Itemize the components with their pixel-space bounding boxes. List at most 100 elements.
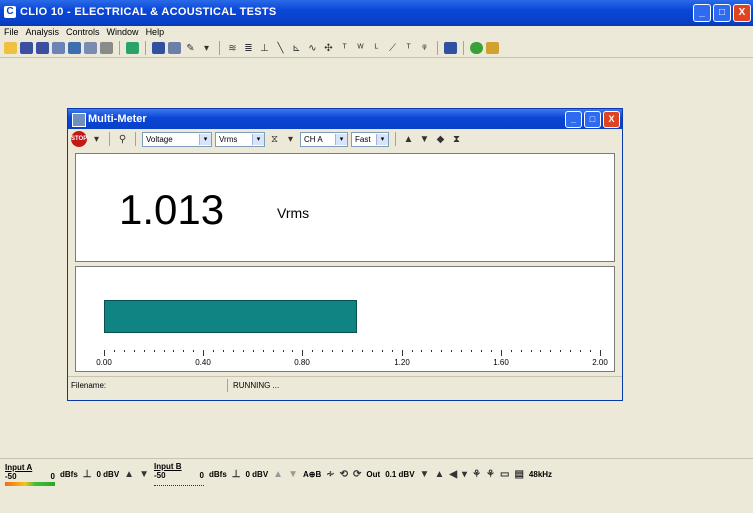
- save-icon[interactable]: [20, 42, 33, 54]
- menu-help[interactable]: Help: [146, 26, 165, 39]
- out-up-icon[interactable]: ▲: [434, 469, 444, 480]
- fft-icon[interactable]: ≋: [226, 43, 239, 54]
- multimeter-minimize-button[interactable]: _: [565, 111, 582, 128]
- scale-tick: [590, 350, 591, 352]
- chevron-down-icon[interactable]: ▾: [199, 133, 211, 145]
- ab-toggle[interactable]: A⊕B: [303, 470, 321, 479]
- wow-flutter-icon[interactable]: ᵂ: [354, 43, 367, 54]
- phantom-a-icon[interactable]: ⚘: [472, 469, 481, 480]
- maximize-button[interactable]: □: [713, 4, 731, 22]
- menu-file[interactable]: File: [4, 26, 19, 39]
- autorange-icon[interactable]: ⧖: [268, 134, 281, 145]
- multimeter-statusbar: Filename: RUNNING ...: [68, 376, 622, 393]
- context-help-icon[interactable]: [486, 42, 499, 54]
- scale-expand-icon[interactable]: ◆: [434, 134, 447, 145]
- menu-controls[interactable]: Controls: [66, 26, 100, 39]
- input-b-zero: 0: [199, 471, 204, 480]
- waterfall-icon[interactable]: ⊾: [290, 43, 303, 54]
- scale-tick: [342, 350, 343, 352]
- multimeter-close-button[interactable]: X: [603, 111, 620, 128]
- sweep-icon[interactable]: ╲: [274, 43, 287, 54]
- clio-logo-icon: C: [4, 6, 16, 18]
- scale-fit-icon[interactable]: ⧗: [450, 134, 463, 145]
- export-icon[interactable]: [52, 42, 65, 54]
- multimeter-maximize-button[interactable]: □: [584, 111, 601, 128]
- gain-up-icon[interactable]: ▲: [124, 469, 134, 480]
- scale-tick: [481, 350, 482, 352]
- menu-analysis[interactable]: Analysis: [26, 26, 60, 39]
- gain-up-icon[interactable]: ▲: [273, 469, 283, 480]
- open-icon[interactable]: [4, 42, 17, 54]
- scale-down-icon[interactable]: ▼: [418, 134, 431, 145]
- close-button[interactable]: X: [733, 4, 751, 22]
- tr-icon[interactable]: ᵀ: [402, 43, 415, 54]
- pencil-icon[interactable]: ✎: [184, 43, 197, 54]
- impulse-icon[interactable]: ⊥: [232, 469, 241, 480]
- scale-tick: [332, 350, 333, 352]
- scale-tick: [302, 350, 303, 356]
- speed-select-value: Fast: [355, 134, 371, 144]
- chevron-down-icon[interactable]: ▾: [284, 134, 297, 145]
- scale-tick-label: 2.00: [592, 358, 608, 367]
- help-icon[interactable]: [470, 42, 483, 54]
- speed-select[interactable]: Fast ▾: [351, 131, 389, 147]
- scale-tick: [183, 350, 184, 352]
- scale-tick: [392, 350, 393, 352]
- scale-tick: [193, 350, 194, 352]
- chevron-down-icon[interactable]: ▾: [376, 133, 388, 145]
- speaker-icon[interactable]: ◀: [449, 469, 457, 480]
- scale-tick-label: 0.00: [96, 358, 112, 367]
- leq-icon[interactable]: ᴸ: [370, 43, 383, 54]
- scale-up-icon[interactable]: ▲: [402, 134, 415, 145]
- scale-tick: [511, 350, 512, 352]
- link-icon[interactable]: ▭: [500, 469, 509, 480]
- impulse-icon[interactable]: ⊥: [258, 43, 271, 54]
- generator-icon[interactable]: [152, 42, 165, 54]
- scale-tick-label: 1.20: [394, 358, 410, 367]
- print-setup-icon[interactable]: [84, 42, 97, 54]
- loop-icon[interactable]: ⟲: [340, 469, 348, 480]
- scale-tick: [540, 350, 541, 352]
- polar-icon[interactable]: ✣: [322, 43, 335, 54]
- channel-select-value: CH A: [304, 134, 323, 144]
- linearity-icon[interactable]: ⟋: [386, 43, 399, 54]
- chevron-down-icon[interactable]: ▾: [335, 133, 347, 145]
- toolbar-separator: [395, 132, 396, 146]
- multimeter-icon[interactable]: [444, 42, 457, 54]
- scale-tick: [531, 350, 532, 352]
- input-a-gain: 0 dBV: [96, 469, 120, 479]
- menu-window[interactable]: Window: [107, 26, 139, 39]
- chevron-down-icon[interactable]: ▾: [200, 43, 213, 54]
- monitor-icon[interactable]: ▤: [514, 469, 523, 480]
- phase-icon[interactable]: ∻: [326, 469, 334, 480]
- mls-icon[interactable]: ≣: [242, 43, 255, 54]
- save-as-icon[interactable]: [36, 42, 49, 54]
- chevron-down-icon[interactable]: ▾: [462, 469, 467, 480]
- copy-icon[interactable]: [68, 42, 81, 54]
- out-down-icon[interactable]: ▼: [420, 469, 430, 480]
- gain-down-icon[interactable]: ▼: [139, 469, 149, 480]
- level-scale: 0.00 0.40 0.80 1.20 1.60 2.00: [96, 350, 608, 367]
- sinusoid-icon[interactable]: ∿: [306, 43, 319, 54]
- sinus-icon[interactable]: [168, 42, 181, 54]
- input-b-block: Input B -50 0: [153, 462, 204, 486]
- print-icon[interactable]: [100, 42, 113, 54]
- loop-b-icon[interactable]: ⟳: [353, 469, 361, 480]
- channel-select[interactable]: CH A ▾: [300, 131, 348, 147]
- calibrate-icon[interactable]: [126, 42, 139, 54]
- scale-tick: [550, 350, 551, 352]
- options-chevron-icon[interactable]: ▾: [90, 134, 103, 145]
- impulse-icon[interactable]: ⊥: [83, 469, 92, 480]
- unit-select[interactable]: Vrms ▾: [215, 131, 265, 147]
- measure-select[interactable]: Voltage ▾: [142, 131, 212, 147]
- zoom-icon[interactable]: ⚲: [116, 134, 129, 145]
- phantom-b-icon[interactable]: ⚘: [486, 469, 495, 480]
- toolbar-separator: [437, 41, 438, 55]
- minimize-button[interactable]: _: [693, 4, 711, 22]
- gain-down-icon[interactable]: ▼: [288, 469, 298, 480]
- chevron-down-icon[interactable]: ▾: [252, 133, 264, 145]
- scale-tick: [233, 350, 234, 352]
- ts-icon[interactable]: ᵀ: [338, 43, 351, 54]
- qc-icon[interactable]: ᵠ: [418, 43, 431, 54]
- stop-button[interactable]: STOP: [71, 131, 87, 147]
